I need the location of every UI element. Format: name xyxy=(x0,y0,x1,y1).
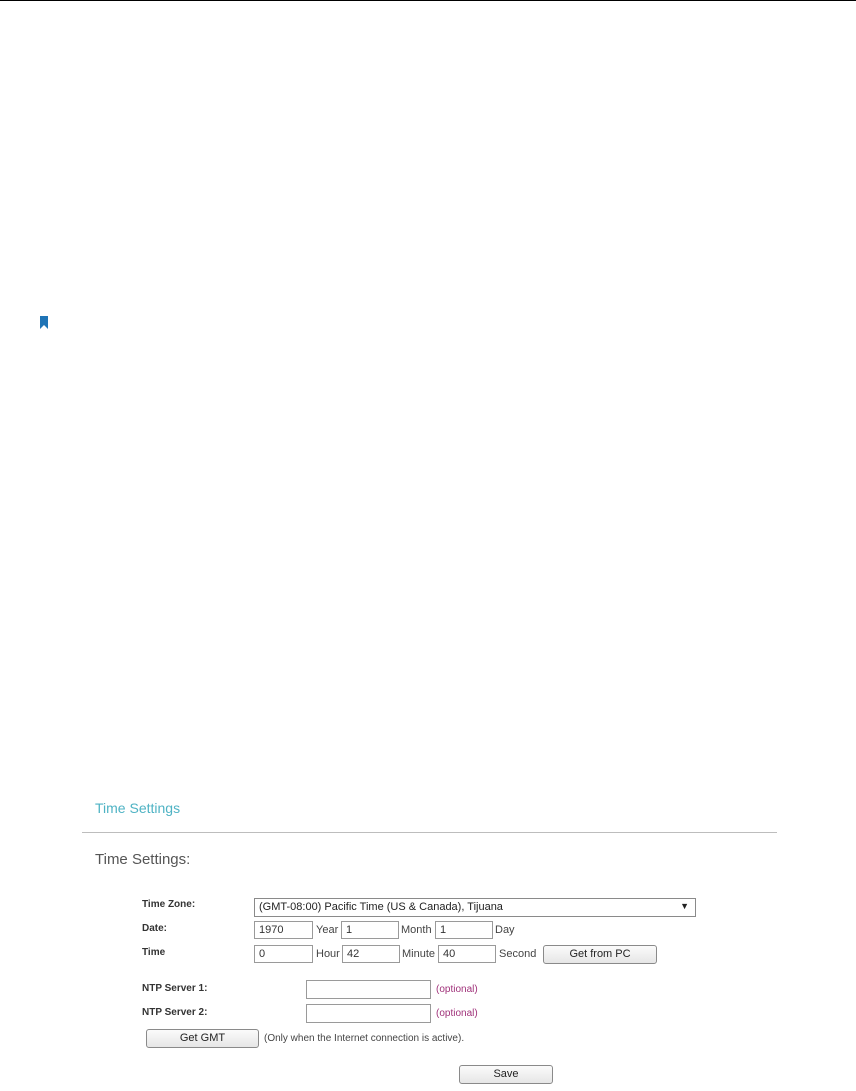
bookmark-icon xyxy=(40,316,48,329)
ntp-server2-optional: (optional) xyxy=(436,1008,478,1019)
hour-input[interactable]: 0 xyxy=(254,945,313,963)
ntp-server1-input[interactable] xyxy=(306,980,431,999)
ntp-server1-label: NTP Server 1: xyxy=(142,983,208,994)
year-unit: Year xyxy=(316,924,339,936)
ntp-server2-label: NTP Server 2: xyxy=(142,1007,208,1018)
card-title: Time Settings xyxy=(95,800,181,816)
gmt-note: (Only when the Internet connection is ac… xyxy=(264,1033,465,1044)
timezone-value: (GMT-08:00) Pacific Time (US & Canada), … xyxy=(259,901,503,913)
ntp-server1-optional: (optional) xyxy=(436,984,478,995)
get-gmt-button[interactable]: Get GMT xyxy=(146,1029,259,1048)
get-from-pc-button[interactable]: Get from PC xyxy=(543,945,657,964)
year-input[interactable]: 1970 xyxy=(254,921,313,939)
timezone-select[interactable]: (GMT-08:00) Pacific Time (US & Canada), … xyxy=(254,898,696,917)
ntp-server2-input[interactable] xyxy=(306,1004,431,1023)
time-label: Time xyxy=(142,947,166,958)
minute-unit: Minute xyxy=(402,948,436,960)
month-unit: Month xyxy=(401,924,432,936)
timezone-label: Time Zone: xyxy=(142,899,196,910)
minute-input[interactable]: 42 xyxy=(342,945,400,963)
day-unit: Day xyxy=(495,924,515,936)
hour-unit: Hour xyxy=(316,948,340,960)
card-divider xyxy=(82,832,777,833)
chevron-down-icon: ▼ xyxy=(680,901,689,911)
second-input[interactable]: 40 xyxy=(438,945,496,963)
section-title: Time Settings: xyxy=(95,851,191,868)
date-label: Date: xyxy=(142,923,168,934)
month-input[interactable]: 1 xyxy=(341,921,399,939)
second-unit: Second xyxy=(499,948,537,960)
top-divider xyxy=(0,0,856,1)
day-input[interactable]: 1 xyxy=(435,921,493,939)
save-button[interactable]: Save xyxy=(459,1065,553,1084)
